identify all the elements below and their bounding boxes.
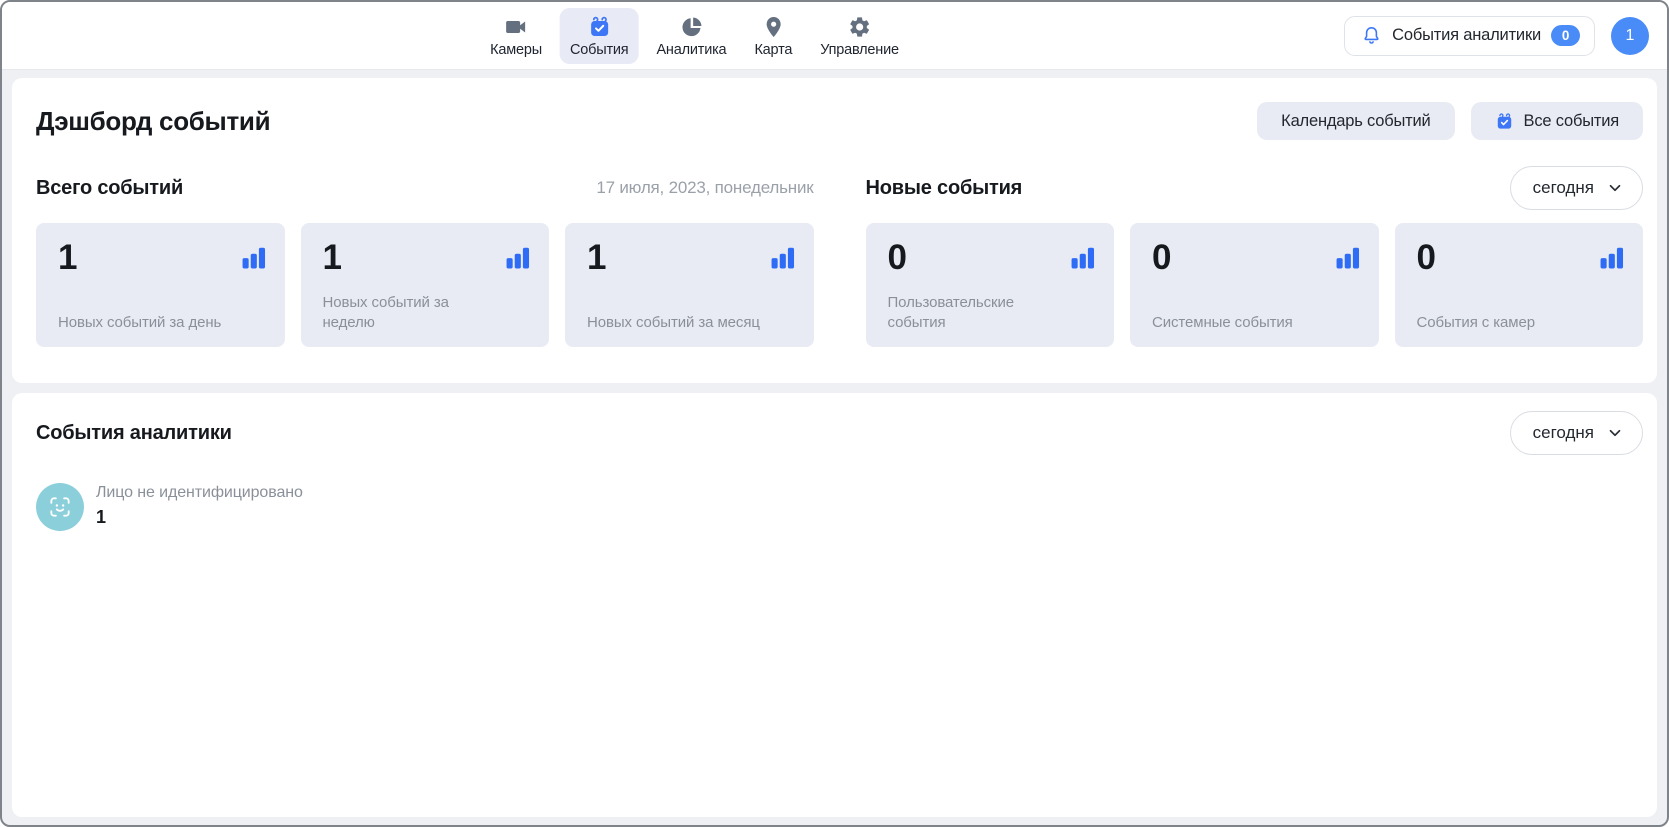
all-events-label: Все события [1524,112,1619,131]
stat-value: 0 [1417,239,1436,278]
page-title: Дэшборд событий [36,106,270,137]
analytics-item-value: 1 [96,507,303,528]
bar-chart-icon [241,245,267,269]
gear-icon [848,15,872,39]
stat-value: 1 [58,239,77,278]
nav-item-cameras[interactable]: Камеры [480,8,552,64]
face-scan-icon [36,483,84,531]
stat-label: Новых событий за неделю [323,293,498,334]
analytics-item-face-not-identified[interactable]: Лицо не идентифицировано 1 [36,483,303,531]
nav-item-analytics[interactable]: Аналитика [646,8,736,64]
analytics-item-text: Лицо не идентифицировано 1 [96,483,303,528]
events-dashboard-panel: Дэшборд событий Календарь событий [12,78,1657,383]
period-dropdown[interactable]: сегодня [1510,411,1643,455]
all-events-button[interactable]: Все события [1471,102,1643,140]
nav-item-map[interactable]: Карта [744,8,802,64]
bar-chart-icon [1335,245,1361,269]
video-camera-icon [504,15,528,39]
stat-label: Новых событий за день [58,313,233,333]
pie-chart-icon [679,15,703,39]
stat-card-user-events: 0 Пользовательские события [866,223,1115,347]
top-navigation-bar: Камеры События [2,2,1667,70]
total-events-header: Всего событий 17 июля, 2023, понедельник [36,166,814,210]
bell-icon [1361,25,1382,46]
nav-label: Аналитика [656,42,726,58]
chevron-down-icon [1606,179,1624,197]
stat-card-week: 1 Новых событий за неделю [301,223,550,347]
new-events-header: Новые события сегодня [866,166,1644,210]
stat-value: 1 [323,239,342,278]
analytics-events-header: События аналитики сегодня [36,411,1643,455]
new-events-column: Новые события сегодня 0 [866,166,1644,347]
calendar-check-icon [1495,112,1514,131]
calendar-check-icon [587,15,611,39]
bar-chart-icon [1070,245,1096,269]
notification-badge: 0 [1551,25,1580,46]
bar-chart-icon [1599,245,1625,269]
bar-chart-icon [770,245,796,269]
stats-columns: Всего событий 17 июля, 2023, понедельник… [36,166,1643,347]
stat-card-day: 1 Новых событий за день [36,223,285,347]
period-value: сегодня [1533,423,1594,443]
new-events-cards: 0 Пользовательские события 0 Системные с… [866,223,1644,347]
nav-label: Управление [820,42,899,58]
stat-label: Системные события [1152,313,1327,333]
total-events-cards: 1 Новых событий за день 1 Новых событий … [36,223,814,347]
notifications-label: События аналитики [1392,26,1541,45]
events-calendar-button[interactable]: Календарь событий [1257,102,1454,140]
analytics-events-notifications-button[interactable]: События аналитики 0 [1344,16,1595,56]
period-dropdown[interactable]: сегодня [1510,166,1643,210]
bar-chart-icon [505,245,531,269]
section-heading: Новые события [866,177,1023,200]
stat-value: 0 [1152,239,1171,278]
app-window: Камеры События [0,0,1669,827]
topbar-right: События аналитики 0 1 [1344,16,1649,56]
map-pin-icon [761,15,785,39]
stat-value: 1 [587,239,606,278]
section-heading: События аналитики [36,422,232,445]
avatar[interactable]: 1 [1611,17,1649,55]
period-value: сегодня [1533,178,1594,198]
dashboard-header: Дэшборд событий Календарь событий [36,102,1643,140]
main-nav: Камеры События [480,8,909,64]
section-heading: Всего событий [36,177,183,200]
stat-card-camera-events: 0 События с камер [1395,223,1644,347]
nav-label: События [570,42,628,58]
stat-card-month: 1 Новых событий за месяц [565,223,814,347]
current-date: 17 июля, 2023, понедельник [596,178,813,198]
stat-card-system-events: 0 Системные события [1130,223,1379,347]
stat-label: События с камер [1417,313,1592,333]
total-events-column: Всего событий 17 июля, 2023, понедельник… [36,166,814,347]
stat-label: Новых событий за месяц [587,313,762,333]
nav-item-events[interactable]: События [560,8,638,64]
nav-item-management[interactable]: Управление [810,8,909,64]
header-actions: Календарь событий Все события [1257,102,1643,140]
nav-label: Карта [754,42,792,58]
chevron-down-icon [1606,424,1624,442]
analytics-item-label: Лицо не идентифицировано [96,484,303,502]
nav-label: Камеры [490,42,542,58]
stat-value: 0 [888,239,907,278]
analytics-events-panel: События аналитики сегодня [12,393,1657,817]
main-content: Дэшборд событий Календарь событий [2,70,1667,825]
stat-label: Пользовательские события [888,293,1063,334]
